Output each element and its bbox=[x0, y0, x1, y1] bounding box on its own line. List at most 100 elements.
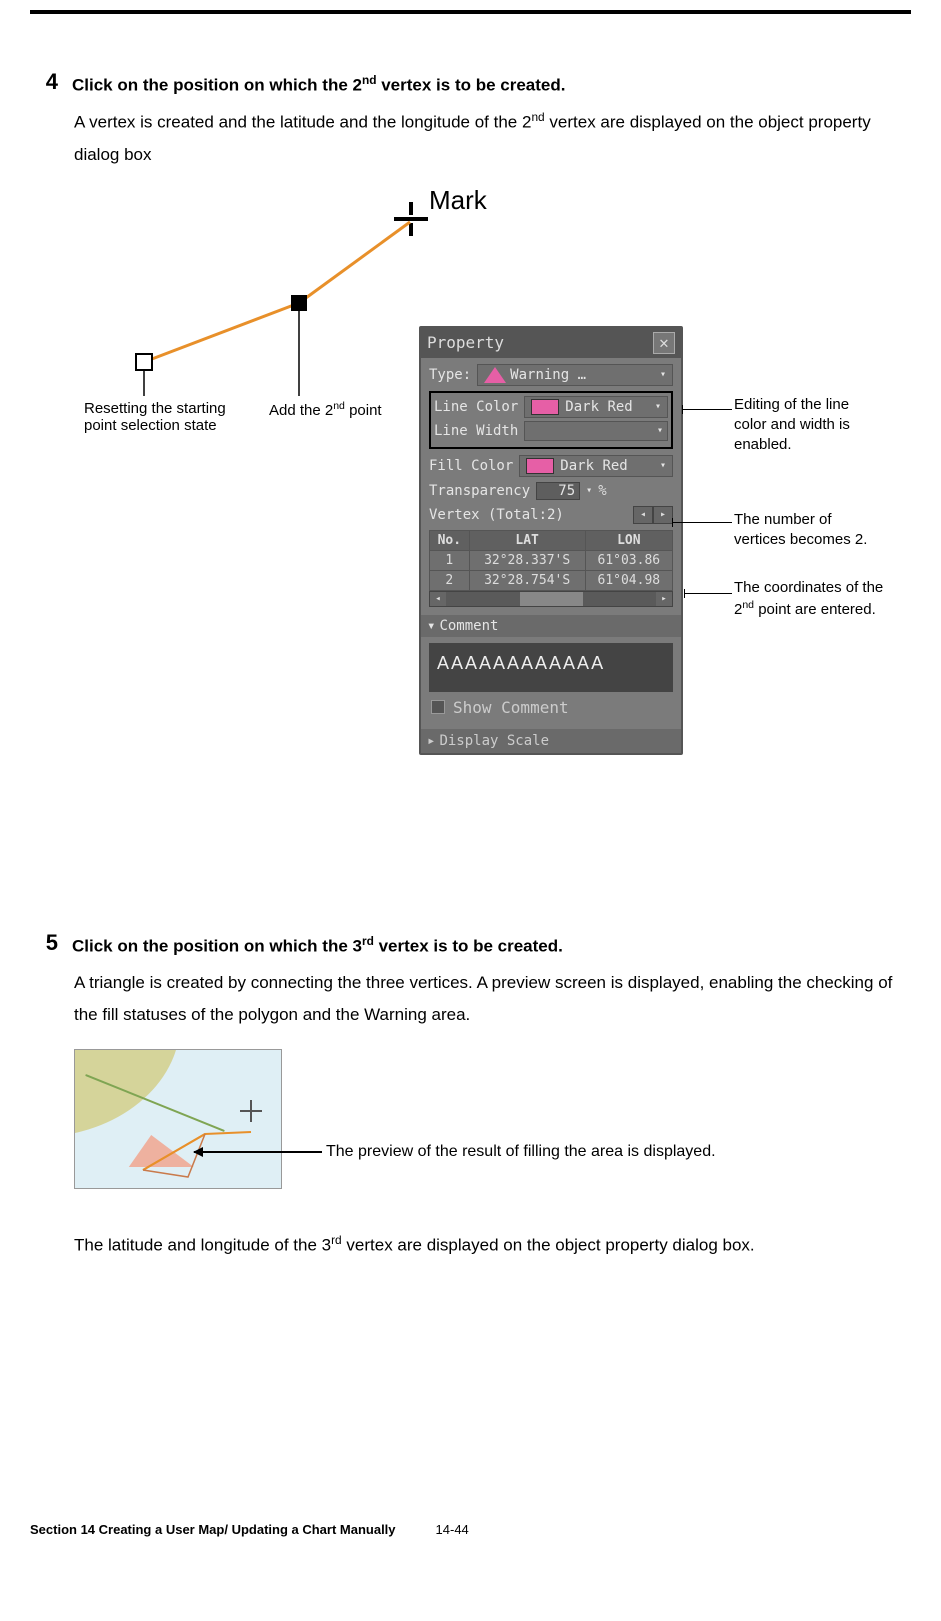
transparency-field[interactable]: 75 bbox=[536, 482, 580, 500]
comment-text[interactable]: AAAAAAAAAAAA bbox=[429, 643, 673, 692]
cell-no: 1 bbox=[430, 550, 470, 570]
superscript: nd bbox=[531, 110, 544, 124]
chevron-down-icon[interactable]: ▾ bbox=[586, 485, 592, 496]
scroll-track[interactable] bbox=[446, 592, 656, 606]
top-rule bbox=[30, 10, 911, 14]
step-number: 4 bbox=[30, 69, 58, 98]
step-title: Click on the position on which the 2nd v… bbox=[72, 72, 565, 98]
dialog-title: Property bbox=[427, 333, 504, 352]
color-swatch bbox=[526, 458, 554, 474]
fill-color-dropdown[interactable]: Dark Red ▾ bbox=[519, 455, 673, 477]
footer-section: Section 14 Creating a User Map/ Updating… bbox=[30, 1522, 396, 1537]
fill-color-value: Dark Red bbox=[560, 458, 627, 474]
type-row: Type: Warning … ▾ bbox=[429, 364, 673, 386]
dialog-body: Type: Warning … ▾ Line Color Dark Red▾ L… bbox=[421, 358, 681, 753]
cursor-icon bbox=[240, 1100, 262, 1122]
step-body: A vertex is created and the latitude and… bbox=[74, 106, 911, 171]
col-no: No. bbox=[430, 530, 470, 550]
chevron-down-icon: ▾ bbox=[657, 425, 663, 436]
show-comment-row[interactable]: Show Comment bbox=[429, 692, 673, 723]
type-label: Type: bbox=[429, 367, 471, 383]
figure-vertex-diagram: Mark Resetting the starting point select… bbox=[74, 190, 911, 890]
show-comment-checkbox[interactable] bbox=[431, 700, 445, 714]
col-lat: LAT bbox=[469, 530, 585, 550]
callout-line bbox=[672, 522, 732, 523]
callout-line bbox=[684, 593, 732, 594]
footer-page: 14-44 bbox=[436, 1522, 469, 1537]
preview-screen bbox=[74, 1049, 282, 1189]
chevron-down-icon: ▾ bbox=[660, 460, 666, 471]
type-value: Warning … bbox=[510, 367, 586, 383]
text: Click on the position on which the 3 bbox=[72, 936, 362, 955]
line-settings-box: Line Color Dark Red▾ Line Width ▾ bbox=[429, 391, 673, 449]
step-number: 5 bbox=[30, 930, 58, 959]
line-color-label: Line Color bbox=[434, 399, 518, 415]
fill-color-label: Fill Color bbox=[429, 458, 513, 474]
step-title: Click on the position on which the 3rd v… bbox=[72, 933, 563, 959]
annotation-add-point: Add the 2nd point bbox=[269, 400, 382, 419]
property-dialog: Property ✕ Type: Warning … ▾ Line Color … bbox=[419, 326, 683, 755]
step-5: 5 Click on the position on which the 3rd… bbox=[30, 930, 911, 959]
callout-vertex-count: The number of vertices becomes 2. bbox=[734, 510, 884, 551]
show-comment-label: Show Comment bbox=[453, 698, 569, 717]
cell-lat: 32°28.337'S bbox=[469, 550, 585, 570]
page-footer: Section 14 Creating a User Map/ Updating… bbox=[30, 1522, 911, 1537]
text: vertex is to be created. bbox=[377, 76, 566, 95]
figure-preview: The preview of the result of filling the… bbox=[74, 1049, 911, 1209]
chevron-right-icon: ▸ bbox=[427, 733, 435, 749]
arrow-icon bbox=[194, 1151, 322, 1153]
text: A vertex is created and the latitude and… bbox=[74, 113, 531, 132]
bottom-paragraph: The latitude and longitude of the 3rd ve… bbox=[74, 1229, 911, 1262]
text: The latitude and longitude of the 3 bbox=[74, 1236, 331, 1255]
scroll-right-button[interactable]: ▸ bbox=[656, 592, 672, 606]
preview-caption: The preview of the result of filling the… bbox=[326, 1143, 716, 1161]
vertex-label: Vertex (Total:2) bbox=[429, 507, 564, 523]
scroll-thumb[interactable] bbox=[520, 592, 583, 606]
horizontal-scrollbar[interactable]: ◂ ▸ bbox=[429, 591, 673, 607]
step-body: A triangle is created by connecting the … bbox=[74, 967, 911, 1032]
text: point are entered. bbox=[754, 601, 876, 618]
table-row[interactable]: 2 32°28.754'S 61°04.98 bbox=[430, 570, 673, 590]
vertex-table: No. LAT LON 1 32°28.337'S 61°03.86 2 32°… bbox=[429, 530, 673, 591]
step-4: 4 Click on the position on which the 2nd… bbox=[30, 69, 911, 98]
table-row[interactable]: 1 32°28.337'S 61°03.86 bbox=[430, 550, 673, 570]
line-width-label: Line Width bbox=[434, 423, 518, 439]
next-vertex-button[interactable]: ▸ bbox=[653, 506, 673, 524]
transparency-label: Transparency bbox=[429, 483, 530, 499]
text: point bbox=[345, 402, 382, 419]
display-scale-label: Display Scale bbox=[439, 733, 549, 749]
fill-color-row: Fill Color Dark Red ▾ bbox=[429, 455, 673, 477]
line-color-row: Line Color Dark Red▾ bbox=[434, 396, 668, 418]
superscript: nd bbox=[333, 400, 345, 412]
comment-header-label: Comment bbox=[439, 618, 498, 634]
table-header-row: No. LAT LON bbox=[430, 530, 673, 550]
text: Click on the position on which the 2 bbox=[72, 76, 362, 95]
comment-header[interactable]: ▾Comment bbox=[421, 615, 681, 637]
superscript: nd bbox=[742, 599, 754, 611]
dialog-titlebar: Property ✕ bbox=[421, 328, 681, 358]
line-width-dropdown[interactable]: ▾ bbox=[524, 421, 668, 441]
transparency-row: Transparency 75 ▾ % bbox=[429, 482, 673, 500]
line-width-row: Line Width ▾ bbox=[434, 421, 668, 441]
text: vertex are displayed on the object prope… bbox=[342, 1236, 755, 1255]
cell-lon: 61°03.86 bbox=[585, 550, 672, 570]
cell-no: 2 bbox=[430, 570, 470, 590]
callout-coordinates: The coordinates of the 2nd point are ent… bbox=[734, 578, 884, 621]
line-color-dropdown[interactable]: Dark Red▾ bbox=[524, 396, 668, 418]
line-color-value: Dark Red bbox=[565, 399, 632, 415]
scroll-left-button[interactable]: ◂ bbox=[430, 592, 446, 606]
vertex-stepper: ◂ ▸ bbox=[633, 506, 673, 524]
superscript: rd bbox=[362, 934, 374, 948]
chevron-down-icon: ▾ bbox=[660, 369, 666, 380]
percent-label: % bbox=[598, 483, 606, 499]
text: Add the 2 bbox=[269, 402, 333, 419]
col-lon: LON bbox=[585, 530, 672, 550]
display-scale-header[interactable]: ▸Display Scale bbox=[421, 729, 681, 753]
superscript: rd bbox=[331, 1233, 342, 1247]
prev-vertex-button[interactable]: ◂ bbox=[633, 506, 653, 524]
type-dropdown[interactable]: Warning … ▾ bbox=[477, 364, 673, 386]
callout-line-editing: Editing of the line color and width is e… bbox=[734, 395, 884, 456]
close-button[interactable]: ✕ bbox=[653, 332, 675, 354]
chevron-down-icon: ▾ bbox=[427, 618, 435, 634]
callout-line bbox=[682, 409, 732, 410]
